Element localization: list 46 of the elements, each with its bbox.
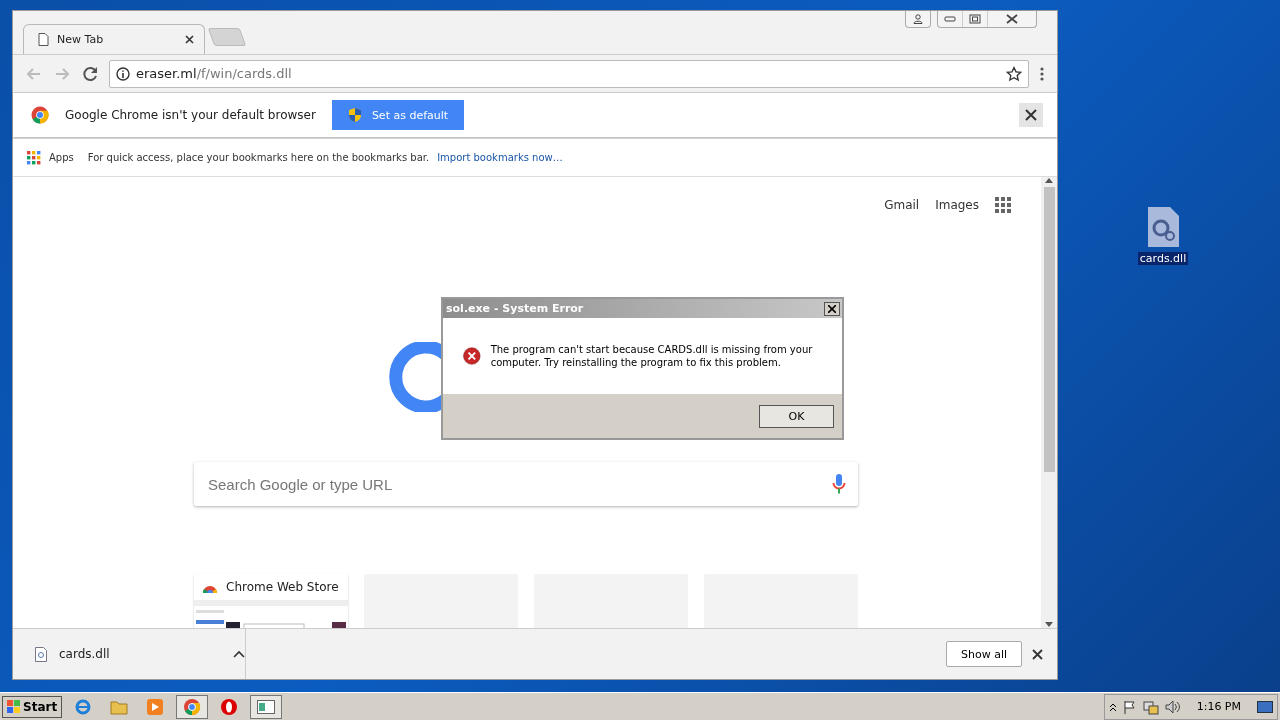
- close-icon[interactable]: [185, 35, 194, 44]
- scrollbar-thumb[interactable]: [1043, 187, 1055, 472]
- chevron-up-icon[interactable]: [1108, 701, 1117, 712]
- microphone-icon[interactable]: [832, 473, 846, 495]
- flag-icon[interactable]: [1122, 699, 1137, 714]
- header-link[interactable]: Images: [935, 198, 979, 212]
- file-gear-icon[interactable]: [1146, 206, 1180, 248]
- import-bookmarks-link[interactable]: Import bookmarks now…: [437, 152, 563, 163]
- speaker-icon[interactable]: [1164, 699, 1181, 714]
- set-default-button[interactable]: Set as default: [331, 100, 465, 130]
- clock[interactable]: 1:16 PM: [1196, 700, 1241, 713]
- tile-title: Chrome Web Store: [226, 580, 339, 594]
- info-icon[interactable]: [116, 66, 130, 81]
- window-icon[interactable]: [250, 694, 283, 719]
- close-button[interactable]: [1019, 103, 1043, 127]
- star-icon[interactable]: [1006, 65, 1022, 82]
- chrome-icon[interactable]: [176, 694, 209, 719]
- site-tile[interactable]: Chrome Web Store: [194, 574, 348, 628]
- apps-icon[interactable]: [27, 150, 41, 165]
- header-link[interactable]: Gmail: [884, 198, 920, 212]
- bookmarks-hint: For quick access, place your bookmarks here on the bookmarks bar.: [87, 152, 430, 163]
- chrome-logo-icon: [31, 106, 49, 124]
- download-item[interactable]: cards.dll: [59, 647, 221, 661]
- file-icon: [35, 646, 47, 662]
- windows-logo-icon: [7, 699, 21, 714]
- ok-button[interactable]: OK: [759, 404, 834, 428]
- close-icon: [828, 304, 836, 313]
- show-all-button[interactable]: Show all: [945, 641, 1022, 667]
- page-icon: [38, 33, 49, 46]
- close-icon: [1025, 109, 1037, 121]
- error-message: The program can't start because CARDS.dll is missing from your computer. Try reinstalling the program to fix this problem.: [490, 343, 814, 369]
- close-icon[interactable]: [1032, 648, 1043, 660]
- shield-icon: [347, 107, 362, 123]
- apps-grid-icon[interactable]: [995, 197, 1011, 213]
- chevron-up-icon[interactable]: [233, 650, 245, 658]
- close-button[interactable]: [824, 301, 840, 316]
- browser-tab[interactable]: New Tab: [23, 24, 205, 54]
- infobar-message: Google Chrome isn't your default browser: [65, 108, 316, 122]
- apps-link[interactable]: Apps: [49, 152, 74, 163]
- dialog-title: sol.exe - System Error: [446, 302, 585, 315]
- start-button[interactable]: Start: [2, 695, 63, 718]
- show-desktop-icon[interactable]: [1257, 700, 1273, 713]
- address-bar[interactable]: eraser.ml/f/win/cards.dll: [109, 59, 1029, 88]
- network-icon[interactable]: [1142, 698, 1159, 715]
- search-field[interactable]: Search Google or type URL: [194, 462, 858, 506]
- desktop-icon-label[interactable]: cards.dll: [1137, 252, 1189, 265]
